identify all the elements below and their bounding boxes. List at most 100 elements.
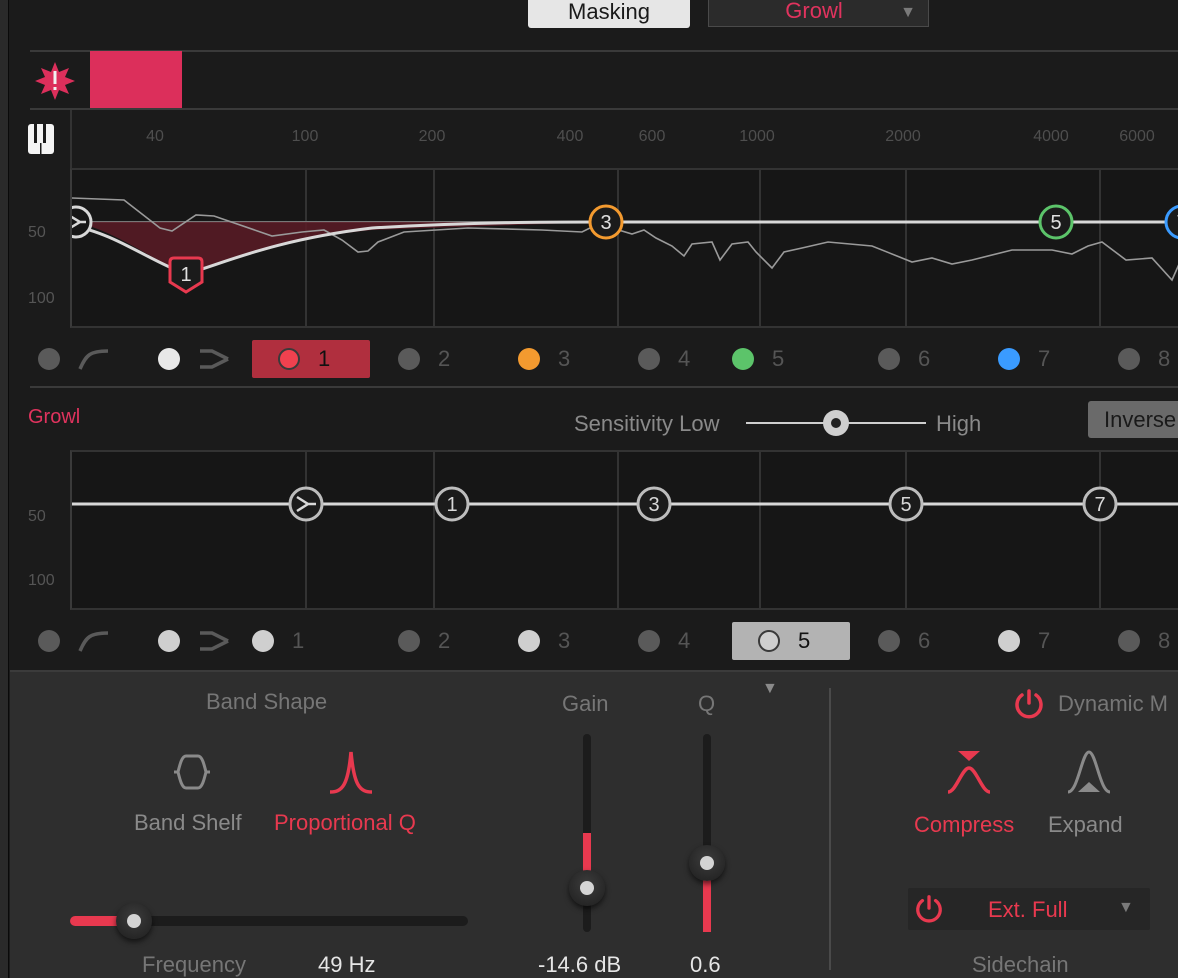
band-toggle-2[interactable]: 2	[398, 622, 450, 660]
masker-band-selector: 1 2 3 4 5 6 7 8	[38, 622, 1178, 662]
expand-label: Expand	[1048, 812, 1123, 837]
frequency-value[interactable]: 49 Hz	[318, 952, 375, 978]
sidechain-power-icon[interactable]	[914, 894, 944, 924]
eq-graph[interactable]: 1 3 5 7	[70, 168, 1178, 328]
frequency-tick-label: 100	[291, 128, 319, 145]
band-toggle-6[interactable]: 6	[878, 622, 930, 660]
band-enable-dot[interactable]	[1118, 630, 1140, 652]
band-enable-dot[interactable]	[638, 630, 660, 652]
compress-label: Compress	[914, 812, 1015, 837]
masker-node-5[interactable]: 5	[888, 486, 924, 522]
band-toggle-low-cut[interactable]	[158, 340, 230, 378]
band-number-label: 3	[558, 346, 571, 371]
frequency-tick-label: 1000	[739, 128, 775, 145]
sidechain-select[interactable]: Ext. Full ▼	[908, 888, 1150, 930]
gain-value[interactable]: -14.6 dB	[538, 952, 621, 978]
band-enable-dot[interactable]	[878, 630, 900, 652]
band-number-label: 5	[798, 628, 811, 653]
proportional-q-option[interactable]: Proportional Q	[274, 746, 434, 846]
masking-button[interactable]: Masking	[528, 0, 690, 28]
masker-node-3[interactable]: 3	[636, 486, 672, 522]
band-number-label: 1	[292, 628, 305, 653]
band-toggle-hp-shelf[interactable]	[38, 622, 110, 660]
band-enable-dot[interactable]	[998, 630, 1020, 652]
band-toggle-1[interactable]: 1	[252, 340, 370, 378]
sensitivity-slider-handle[interactable]	[823, 410, 849, 436]
band-toggle-2[interactable]: 2	[398, 340, 450, 378]
frequency-label: Frequency	[142, 952, 246, 977]
band-toggle-7[interactable]: 7	[998, 340, 1050, 378]
dropdown-arrow-icon: ▼	[900, 4, 916, 21]
band-toggle-hp-shelf[interactable]	[38, 340, 110, 378]
band-enable-dot[interactable]	[158, 348, 180, 370]
band-enable-dot[interactable]	[252, 630, 274, 652]
band-enable-dot[interactable]	[638, 348, 660, 370]
masker-graph[interactable]: 1 3 5 7	[70, 450, 1178, 610]
dynamic-mode-power-icon[interactable]	[1013, 688, 1045, 720]
band-enable-dot[interactable]	[518, 348, 540, 370]
band-enable-dot[interactable]	[398, 348, 420, 370]
band-enable-dot[interactable]	[758, 630, 780, 652]
band-toggle-5[interactable]: 5	[732, 340, 784, 378]
masker-graph-canvas[interactable]: 1 3 5 7	[72, 452, 1178, 608]
divider	[30, 386, 1178, 388]
masking-track-select[interactable]: Growl ▼	[708, 0, 929, 27]
band-shelf-option[interactable]: Band Shelf	[134, 746, 254, 846]
band-enable-dot[interactable]	[158, 630, 180, 652]
band-toggle-6[interactable]: 6	[878, 340, 930, 378]
band-number-label: 1	[318, 346, 331, 371]
piano-keyboard-icon[interactable]	[28, 124, 54, 154]
window-left-edge	[0, 0, 9, 978]
masker-node-7[interactable]: 7	[1082, 486, 1118, 522]
band-toggle-1[interactable]: 1	[252, 622, 304, 660]
eq-node-5[interactable]: 5	[1038, 204, 1074, 240]
masker-track-name: Growl	[28, 406, 81, 428]
frequency-slider-handle[interactable]	[115, 903, 152, 939]
expand-option[interactable]: Expand	[1046, 750, 1142, 840]
band-enable-dot[interactable]	[38, 630, 60, 652]
band-number-label: 7	[1038, 628, 1051, 653]
band-toggle-3[interactable]: 3	[518, 340, 570, 378]
band-toggle-8[interactable]: 8	[1118, 340, 1170, 378]
q-slider-handle[interactable]	[689, 844, 725, 881]
frequency-tick-label: 600	[638, 128, 666, 145]
gain-label: Gain	[562, 691, 609, 716]
band-toggle-8[interactable]: 8	[1118, 622, 1170, 660]
masker-node-1[interactable]: 1	[434, 486, 470, 522]
eq-node-3[interactable]: 3	[588, 204, 624, 240]
band-enable-dot[interactable]	[278, 348, 300, 370]
masker-node-lc[interactable]	[288, 486, 324, 522]
band-enable-dot[interactable]	[878, 348, 900, 370]
band-enable-dot[interactable]	[38, 348, 60, 370]
node-label: 5	[900, 494, 911, 516]
alert-starburst-icon	[35, 62, 75, 100]
band-toggle-7[interactable]: 7	[998, 622, 1050, 660]
divider	[30, 108, 1178, 110]
compress-icon	[947, 751, 991, 794]
band-toggle-4[interactable]: 4	[638, 622, 690, 660]
inverse-button[interactable]: Inverse	[1088, 401, 1178, 438]
band-toggle-5[interactable]: 5	[732, 622, 850, 660]
band-toggle-3[interactable]: 3	[518, 622, 570, 660]
eq-band-selector: 1 2 3 4 5 6 7 8	[38, 340, 1178, 380]
eq-node-hp[interactable]	[72, 205, 93, 239]
compress-option[interactable]: Compress	[912, 750, 1028, 840]
band-enable-dot[interactable]	[398, 630, 420, 652]
db-label-50: 50	[28, 508, 46, 525]
highpass-curve-icon	[78, 349, 109, 370]
frequency-tick-label: 6000	[1119, 128, 1155, 145]
eq-node-1[interactable]: 1	[168, 256, 204, 294]
band-options-menu-arrow[interactable]: ▼	[762, 680, 778, 698]
lowcut-slope-icon	[200, 349, 229, 369]
band-enable-dot[interactable]	[518, 630, 540, 652]
band-toggle-4[interactable]: 4	[638, 340, 690, 378]
band-enable-dot[interactable]	[732, 348, 754, 370]
q-slider-track[interactable]	[703, 734, 711, 932]
band-shape-title: Band Shape	[206, 689, 328, 714]
eq-graph-canvas[interactable]: 1 3 5 7	[72, 170, 1178, 326]
band-enable-dot[interactable]	[1118, 348, 1140, 370]
band-toggle-low-cut[interactable]	[158, 622, 230, 660]
eq-node-7[interactable]: 7	[1164, 204, 1178, 240]
band-enable-dot[interactable]	[998, 348, 1020, 370]
q-value[interactable]: 0.6	[690, 952, 721, 978]
